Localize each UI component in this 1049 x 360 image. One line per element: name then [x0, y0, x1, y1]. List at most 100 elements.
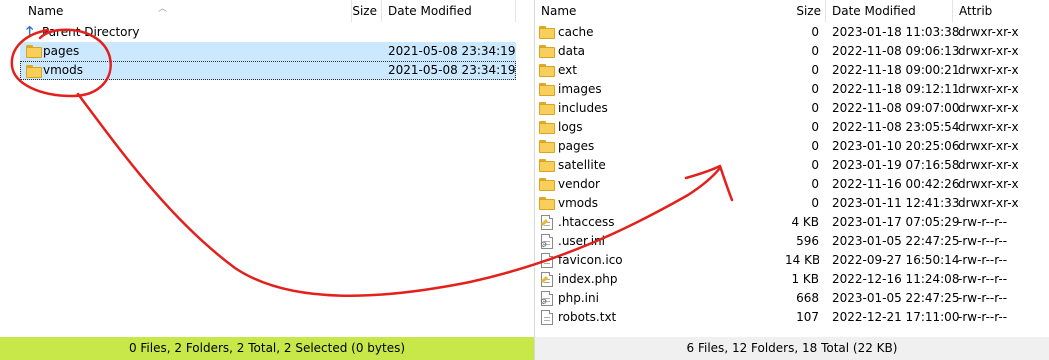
right-row-size: 1 KB: [791, 272, 819, 286]
right-header-name[interactable]: Name: [535, 0, 826, 22]
right-row-pages[interactable]: pages 0 2023-01-10 20:25:06 drwxr-xr-x: [535, 137, 1049, 156]
right-row-data[interactable]: data 0 2022-11-08 09:06:13 drwxr-xr-x: [535, 42, 1049, 61]
right-header-name-label: Name: [541, 4, 577, 18]
right-row-modified: 2023-01-10 20:25:06: [832, 139, 960, 153]
right-row-attrib: -rw-r--r--: [958, 272, 1008, 286]
right-row-php-ini[interactable]: ⚙ php.ini 668 2023-01-05 22:47:25 -rw-r--r--: [535, 289, 1049, 308]
right-row-attrib: -rw-r--r--: [958, 310, 1008, 324]
right-row-name: satellite: [558, 158, 606, 172]
right-header-size[interactable]: Size: [789, 0, 826, 22]
right-row-dot-user-ini[interactable]: ⚙ .user.ini 596 2023-01-05 22:47:25 -rw-r--r…: [535, 232, 1049, 251]
right-row-modified: 2022-11-18 09:12:11: [832, 82, 960, 96]
right-row-name: .user.ini: [558, 234, 605, 248]
right-column-header: Name Size Date Modified Attrib: [535, 0, 1049, 22]
folder-icon: [539, 197, 555, 210]
right-row-name: ext: [558, 63, 577, 77]
file-icon: [541, 253, 553, 268]
right-row-vendor[interactable]: vendor 0 2022-11-16 00:42:26 drwxr-xr-x: [535, 175, 1049, 194]
right-row-attrib: drwxr-xr-x: [958, 101, 1019, 115]
right-row-attrib: drwxr-xr-x: [958, 120, 1019, 134]
right-row-attrib: drwxr-xr-x: [958, 177, 1019, 191]
left-file-pane[interactable]: Name ︿ Size Date Modified 🡑 Parent Direc…: [0, 0, 534, 360]
right-row-modified: 2022-09-27 16:50:14: [832, 253, 960, 267]
right-header-attrib[interactable]: Attrib: [953, 0, 1049, 22]
right-row-name: includes: [558, 101, 608, 115]
right-row-name: vmods: [558, 196, 599, 210]
right-row-modified: 2023-01-11 12:41:33: [832, 196, 960, 210]
right-row-attrib: -rw-r--r--: [958, 253, 1008, 267]
right-file-pane[interactable]: Name Size Date Modified Attrib cache 0 202…: [534, 0, 1049, 360]
right-row-logs[interactable]: logs 0 2022-11-08 23:05:54 drwxr-xr-x: [535, 118, 1049, 137]
right-row-modified: 2022-11-08 09:06:13: [832, 44, 960, 58]
parent-directory-row[interactable]: 🡑 Parent Directory: [0, 23, 534, 42]
right-row-size: 0: [811, 82, 819, 96]
folder-icon: [539, 178, 555, 191]
left-column-header: Name ︿ Size Date Modified: [0, 0, 534, 22]
left-header-size-label: Size: [352, 4, 377, 18]
right-row-size: 107: [796, 310, 819, 324]
right-row-name: robots.txt: [558, 310, 617, 324]
right-row-name: data: [558, 44, 586, 58]
right-row-size: 0: [811, 25, 819, 39]
left-header-modified[interactable]: Date Modified: [382, 0, 516, 22]
right-row-attrib: drwxr-xr-x: [958, 82, 1019, 96]
right-row-attrib: drwxr-xr-x: [958, 63, 1019, 77]
right-header-attrib-label: Attrib: [959, 4, 993, 18]
right-row-modified: 2022-12-21 17:11:00: [832, 310, 960, 324]
right-row-size: 0: [811, 101, 819, 115]
right-row-attrib: drwxr-xr-x: [958, 158, 1019, 172]
right-row-ext[interactable]: ext 0 2022-11-18 09:00:21 drwxr-xr-x: [535, 61, 1049, 80]
folder-icon: [26, 45, 42, 58]
left-row-name: pages: [43, 44, 80, 58]
folder-icon: [539, 45, 555, 58]
right-row-images[interactable]: images 0 2022-11-18 09:12:11 drwxr-xr-x: [535, 80, 1049, 99]
right-row-vmods[interactable]: vmods 0 2023-01-11 12:41:33 drwxr-xr-x: [535, 194, 1049, 213]
left-status-text: 0 Files, 2 Folders, 2 Total, 2 Selected …: [128, 341, 406, 355]
left-header-modified-label: Date Modified: [388, 4, 472, 18]
right-row-size: 668: [796, 291, 819, 305]
left-header-size[interactable]: Size: [352, 0, 382, 22]
right-row-size: 4 KB: [791, 215, 819, 229]
folder-icon: [539, 140, 555, 153]
right-row-size: 0: [811, 177, 819, 191]
folder-icon: [539, 159, 555, 172]
edit-file-icon: [540, 215, 553, 230]
right-header-modified[interactable]: Date Modified: [826, 0, 953, 22]
right-row-modified: 2023-01-05 22:47:25: [832, 291, 960, 305]
left-row-modified: 2021-05-08 23:34:19: [388, 63, 516, 77]
right-row-robots-txt[interactable]: robots.txt 107 2022-12-21 17:11:00 -rw-r--r…: [535, 308, 1049, 327]
left-header-name-label: Name: [28, 4, 64, 18]
left-header-name[interactable]: Name ︿: [0, 0, 352, 22]
folder-icon: [539, 26, 555, 39]
right-row-size: 0: [811, 44, 819, 58]
right-row-modified: 2023-01-18 11:03:38: [832, 25, 960, 39]
right-row-attrib: drwxr-xr-x: [958, 196, 1019, 210]
right-row-name: favicon.ico: [558, 253, 623, 267]
right-row-name: pages: [558, 139, 595, 153]
right-row-includes[interactable]: includes 0 2022-11-08 09:07:00 drwxr-xr-x: [535, 99, 1049, 118]
folder-icon: [539, 102, 555, 115]
left-row-vmods[interactable]: vmods 2021-05-08 23:34:19: [20, 61, 516, 80]
right-row-size: 0: [811, 139, 819, 153]
right-row-modified: 2022-11-16 00:42:26: [832, 177, 960, 191]
right-row-index-php[interactable]: index.php 1 KB 2022-12-16 11:24:08 -rw-r--r…: [535, 270, 1049, 289]
right-row-modified: 2023-01-19 07:16:58: [832, 158, 960, 172]
left-row-name: vmods: [43, 63, 84, 77]
right-row-attrib: -rw-r--r--: [958, 291, 1008, 305]
right-row-attrib: -rw-r--r--: [958, 234, 1008, 248]
right-row-size: 14 KB: [785, 253, 819, 267]
right-row-size: 0: [811, 196, 819, 210]
right-row-modified: 2022-11-08 09:07:00: [832, 101, 960, 115]
right-row-cache[interactable]: cache 0 2023-01-18 11:03:38 drwxr-xr-x: [535, 23, 1049, 42]
right-row-satellite[interactable]: satellite 0 2023-01-19 07:16:58 drwxr-xr-x: [535, 156, 1049, 175]
right-header-size-label: Size: [796, 4, 821, 18]
left-status-bar: 0 Files, 2 Folders, 2 Total, 2 Selected …: [0, 337, 534, 360]
right-header-modified-label: Date Modified: [832, 4, 916, 18]
right-row-favicon-ico[interactable]: favicon.ico 14 KB 2022-09-27 16:50:14 -rw-r…: [535, 251, 1049, 270]
right-row-name: images: [558, 82, 602, 96]
right-row-dot-htaccess[interactable]: .htaccess 4 KB 2023-01-17 07:05:29 -rw-r--r…: [535, 213, 1049, 232]
parent-directory-label: Parent Directory: [42, 25, 140, 39]
up-arrow-icon: 🡑: [26, 24, 34, 40]
right-row-name: logs: [558, 120, 583, 134]
left-row-pages[interactable]: pages 2021-05-08 23:34:19: [20, 42, 516, 61]
